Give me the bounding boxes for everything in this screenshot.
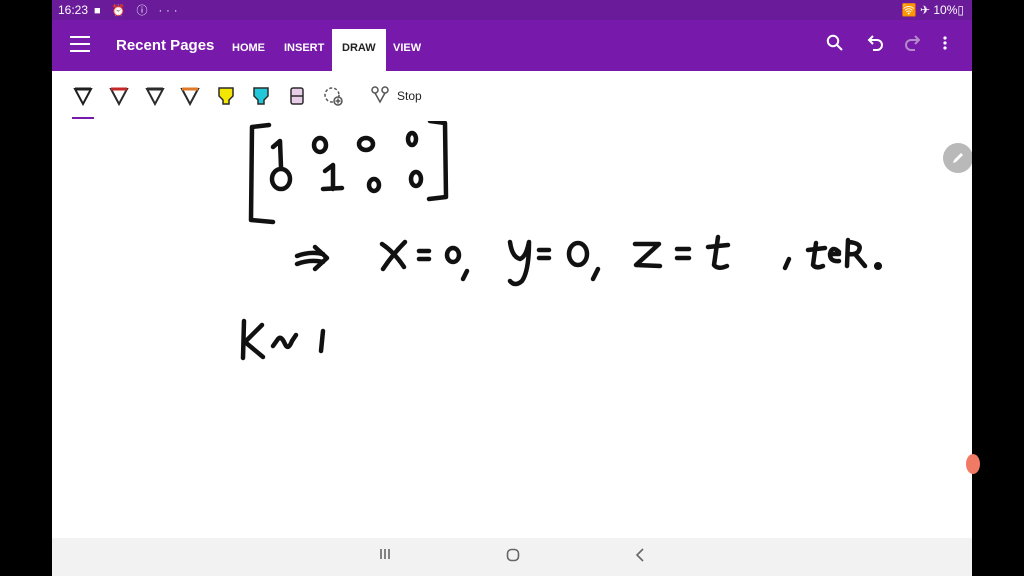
undo-icon[interactable] (866, 34, 884, 57)
status-right: 🛜 ✈ 10%▯ (901, 3, 964, 17)
status-icons: ■ ⏰ ⓘ ··· (94, 5, 182, 17)
pen-black-thin-icon[interactable] (72, 85, 94, 107)
tab-draw[interactable]: DRAW (332, 29, 386, 71)
pen-red-icon[interactable] (108, 85, 130, 107)
home-icon[interactable] (505, 547, 521, 568)
more-icon[interactable] (942, 34, 948, 57)
search-icon[interactable] (826, 34, 844, 57)
stop-icon (371, 86, 389, 104)
app-bar: Recent Pages HOME INSERT DRAW VIEW (52, 20, 972, 71)
status-bar: 16:23 ■ ⏰ ⓘ ··· 🛜 ✈ 10%▯ (52, 0, 972, 20)
highlighter-yellow-icon[interactable] (215, 85, 237, 107)
recent-apps-icon[interactable] (378, 547, 392, 566)
active-pen-indicator (72, 117, 94, 119)
ink-canvas[interactable] (52, 118, 972, 538)
menu-icon[interactable] (70, 36, 90, 52)
pen-orange-icon[interactable] (179, 85, 201, 107)
back-icon[interactable] (634, 547, 646, 568)
tab-home[interactable]: HOME (222, 35, 275, 71)
highlighter-cyan-icon[interactable] (250, 85, 272, 107)
tab-insert[interactable]: INSERT (274, 35, 334, 71)
lasso-add-icon[interactable] (322, 85, 344, 107)
pen-dark-icon[interactable] (144, 85, 166, 107)
draw-ribbon: Stop (52, 71, 972, 122)
status-time: 16:23 (58, 3, 89, 17)
handwritten-ink (240, 118, 883, 361)
redo-icon[interactable] (904, 34, 922, 57)
floating-bubble[interactable] (966, 454, 980, 474)
stop-label: Stop (397, 89, 422, 103)
eraser-icon[interactable] (286, 85, 308, 107)
stop-button[interactable]: Stop (369, 84, 422, 109)
pencil-icon (953, 153, 963, 163)
android-nav-bar (52, 538, 972, 576)
edit-pencil-button[interactable] (943, 143, 972, 173)
tablet-screen: 16:23 ■ ⏰ ⓘ ··· 🛜 ✈ 10%▯ Recent Pages HO… (52, 0, 972, 576)
tab-view[interactable]: VIEW (383, 35, 431, 71)
page-title[interactable]: Recent Pages (116, 37, 214, 54)
